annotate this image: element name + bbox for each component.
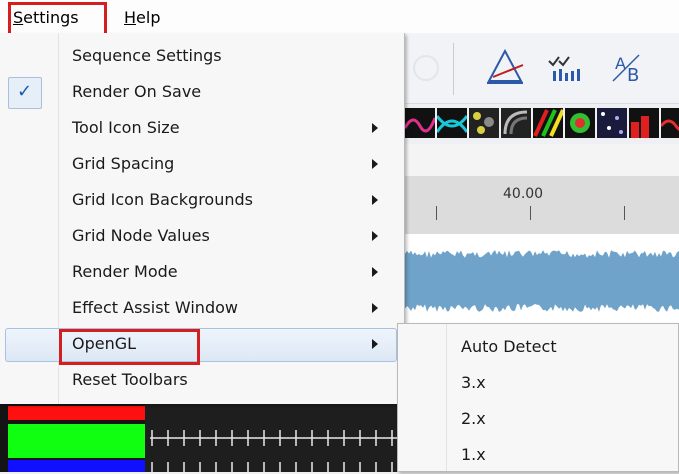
menu-item-tool-icon-size[interactable]: Tool Icon Size: [0, 111, 404, 147]
menu-item-label: Render Mode: [72, 262, 178, 281]
menu-item-label: Render On Save: [72, 82, 202, 101]
menu-item-effect-assist-window[interactable]: Effect Assist Window: [0, 291, 404, 327]
audio-waveform[interactable]: [405, 234, 679, 330]
menu-item-sequence-settings[interactable]: Sequence Settings: [0, 39, 404, 75]
menu-item-label: Grid Icon Backgrounds: [72, 190, 253, 209]
ruler-tick: [530, 206, 531, 220]
ruler-time-label: 40.00: [503, 186, 544, 202]
check-icon: ✓: [17, 81, 33, 102]
preview-area: [0, 404, 405, 472]
submenu-arrow-icon: [372, 159, 378, 169]
row-header-band: [405, 144, 679, 177]
timeline-ruler[interactable]: 40.00: [405, 176, 679, 235]
help-mnemonic: H: [124, 8, 137, 27]
submenu-item-1x[interactable]: 1.x: [398, 438, 679, 474]
menu-item-hover-highlight: [5, 328, 397, 362]
submenu-arrow-icon: [372, 267, 378, 277]
opengl-submenu: Auto Detect 3.x 2.x 1.x: [397, 323, 679, 472]
svg-text:B: B: [627, 65, 639, 86]
ab-text-icon[interactable]: A B: [609, 47, 653, 87]
effect-stripes-icon[interactable]: [533, 108, 563, 138]
help-label-rest: elp: [136, 8, 161, 27]
settings-dropdown-menu: Sequence Settings ✓ Render On Save Tool …: [0, 33, 405, 404]
toolbar: A B: [405, 33, 679, 104]
submenu-item-label: 1.x: [461, 445, 486, 464]
submenu-item-label: 3.x: [461, 373, 486, 392]
menu-item-grid-spacing[interactable]: Grid Spacing: [0, 147, 404, 183]
effect-bars-icon[interactable]: [629, 108, 659, 138]
submenu-arrow-icon: [372, 339, 378, 349]
effect-noise-icon[interactable]: [469, 108, 499, 138]
menu-item-label: Sequence Settings: [72, 46, 222, 65]
menu-item-label: Effect Assist Window: [72, 298, 238, 317]
submenu-arrow-icon: [372, 303, 378, 313]
toolbar-separator: [453, 43, 454, 95]
effect-curves-icon[interactable]: [437, 108, 467, 138]
gear-ghost-icon: [413, 55, 439, 81]
menu-item-reset-toolbars[interactable]: Reset Toolbars: [0, 363, 404, 399]
menu-help[interactable]: Help: [124, 6, 160, 30]
effect-circles-icon[interactable]: [565, 108, 595, 138]
pen-triangle-icon[interactable]: [483, 47, 527, 87]
menu-settings[interactable]: Settings: [13, 6, 79, 30]
effect-twirl-icon[interactable]: [501, 108, 531, 138]
menu-item-render-on-save[interactable]: ✓ Render On Save: [0, 75, 404, 111]
checkmarks-bars-icon[interactable]: [545, 47, 589, 87]
submenu-item-2x[interactable]: 2.x: [398, 402, 679, 438]
menu-item-label: Reset Toolbars: [72, 370, 188, 389]
effect-wave-icon[interactable]: [405, 108, 435, 138]
submenu-arrow-icon: [372, 231, 378, 241]
menu-item-grid-node-values[interactable]: Grid Node Values: [0, 219, 404, 255]
menu-item-render-mode[interactable]: Render Mode: [0, 255, 404, 291]
menu-item-label: Grid Node Values: [72, 226, 210, 245]
menu-item-opengl[interactable]: OpenGL: [0, 327, 404, 363]
effects-strip: [405, 104, 679, 144]
menu-item-label: Grid Spacing: [72, 154, 175, 173]
submenu-item-auto-detect[interactable]: Auto Detect: [398, 330, 679, 366]
ruler-tick: [624, 206, 625, 220]
menu-item-grid-icon-backgrounds[interactable]: Grid Icon Backgrounds: [0, 183, 404, 219]
submenu-arrow-icon: [372, 123, 378, 133]
submenu-item-label: Auto Detect: [461, 337, 557, 356]
menu-item-label: Tool Icon Size: [72, 118, 180, 137]
menu-item-label: OpenGL: [72, 334, 137, 353]
effect-sparkle-icon[interactable]: [597, 108, 627, 138]
submenu-item-3x[interactable]: 3.x: [398, 366, 679, 402]
effect-wave2-icon[interactable]: [661, 108, 679, 138]
submenu-arrow-icon: [372, 195, 378, 205]
ruler-tick: [436, 206, 437, 220]
settings-label-rest: ettings: [23, 8, 79, 27]
submenu-item-label: 2.x: [461, 409, 486, 428]
settings-mnemonic: S: [13, 8, 24, 27]
menu-bar: Settings Help: [0, 0, 679, 34]
